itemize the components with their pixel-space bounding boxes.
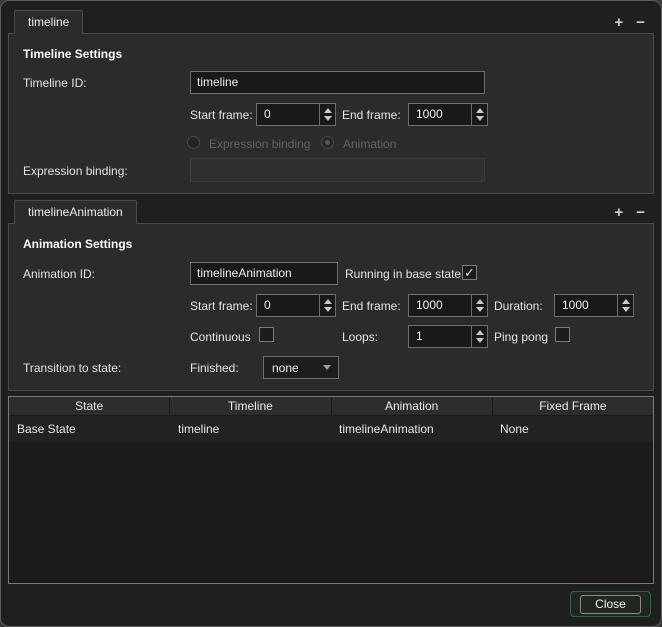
spin-up-icon[interactable] [622,299,630,304]
table-header-timeline[interactable]: Timeline [170,397,331,415]
spin-down-icon[interactable] [476,338,484,343]
duration-spinbox[interactable]: 1000 [554,294,634,317]
ping-pong-label: Ping pong [494,330,548,344]
timeline-settings-pane: Timeline Settings Timeline ID: timeline … [8,33,654,194]
table-header-fixed-frame[interactable]: Fixed Frame [493,397,653,415]
duration-label: Duration: [494,299,543,313]
tab-timeline-animation-label: timelineAnimation [28,205,123,219]
timeline-id-input[interactable]: timeline [190,71,485,94]
timeline-toolbar: + − [614,10,645,34]
animation-id-input[interactable]: timelineAnimation [190,262,338,285]
continuous-label: Continuous [190,330,251,344]
cell-animation[interactable]: timelineAnimation [331,416,492,442]
table-header-row: State Timeline Animation Fixed Frame [9,397,653,416]
spin-up-icon[interactable] [476,299,484,304]
running-in-base-state-label: Running in base state [345,267,461,281]
end-frame-spinbox[interactable]: 1000 [408,103,488,126]
remove-animation-icon[interactable]: − [636,205,645,220]
close-button-label: Close [580,595,641,614]
table-header-state[interactable]: State [9,397,170,415]
spin-up-icon[interactable] [324,299,332,304]
table-header-animation[interactable]: Animation [332,397,493,415]
finished-dropdown[interactable]: none [263,356,339,379]
loops-spinbox[interactable]: 1 [408,325,488,348]
animation-id-label: Animation ID: [23,267,95,281]
finished-label: Finished: [190,361,239,375]
cell-state[interactable]: Base State [9,416,170,442]
close-button[interactable]: Close [570,591,651,617]
animation-settings-pane: Animation Settings Animation ID: timelin… [8,223,654,391]
anim-end-frame-label: End frame: [342,299,401,313]
timeline-id-label: Timeline ID: [23,76,87,90]
expression-binding-input [190,158,485,182]
start-frame-label: Start frame: [190,108,253,122]
table-row[interactable]: Base State timeline timelineAnimation No… [9,416,653,442]
spin-up-icon[interactable] [476,108,484,113]
anim-start-frame-label: Start frame: [190,299,253,313]
expression-binding-radio[interactable] [187,136,200,149]
running-in-base-state-checkbox[interactable] [462,265,477,280]
anim-start-frame-spin-buttons[interactable] [319,295,335,316]
animation-settings-heading: Animation Settings [23,237,132,251]
remove-timeline-icon[interactable]: − [636,15,645,30]
animation-toolbar: + − [614,200,645,224]
timeline-settings-dialog: timeline + − Timeline Settings Timeline … [0,0,662,627]
animation-radio[interactable] [321,136,334,149]
end-frame-value[interactable]: 1000 [409,104,471,125]
spin-down-icon[interactable] [622,307,630,312]
ping-pong-checkbox[interactable] [555,327,570,342]
end-frame-label: End frame: [342,108,401,122]
transition-to-state-label: Transition to state: [23,361,121,375]
tab-timeline-animation[interactable]: timelineAnimation [14,200,137,224]
add-timeline-icon[interactable]: + [614,15,623,30]
finished-dropdown-value: none [264,361,323,375]
continuous-checkbox[interactable] [259,327,274,342]
spin-down-icon[interactable] [476,307,484,312]
timeline-settings-heading: Timeline Settings [23,47,122,61]
spin-down-icon[interactable] [324,116,332,121]
chevron-down-icon [323,365,331,370]
tab-timeline[interactable]: timeline [14,10,83,34]
spin-down-icon[interactable] [324,307,332,312]
loops-value[interactable]: 1 [409,326,471,347]
start-frame-value[interactable]: 0 [257,104,319,125]
end-frame-spin-buttons[interactable] [471,104,487,125]
spin-down-icon[interactable] [476,116,484,121]
loops-spin-buttons[interactable] [471,326,487,347]
spin-up-icon[interactable] [476,330,484,335]
animation-option-label: Animation [343,137,396,151]
duration-spin-buttons[interactable] [617,295,633,316]
anim-end-frame-spinbox[interactable]: 1000 [408,294,488,317]
anim-start-frame-spinbox[interactable]: 0 [256,294,336,317]
loops-label: Loops: [342,330,378,344]
state-timeline-table: State Timeline Animation Fixed Frame Bas… [8,396,654,584]
cell-fixed-frame[interactable]: None [492,416,653,442]
tab-timeline-label: timeline [28,15,69,29]
start-frame-spinbox[interactable]: 0 [256,103,336,126]
anim-end-frame-spin-buttons[interactable] [471,295,487,316]
anim-end-frame-value[interactable]: 1000 [409,295,471,316]
cell-timeline[interactable]: timeline [170,416,331,442]
expression-binding-label: Expression binding: [23,164,128,178]
expression-binding-option-label: Expression binding [209,137,310,151]
add-animation-icon[interactable]: + [614,205,623,220]
start-frame-spin-buttons[interactable] [319,104,335,125]
anim-start-frame-value[interactable]: 0 [257,295,319,316]
spin-up-icon[interactable] [324,108,332,113]
duration-value[interactable]: 1000 [555,295,617,316]
